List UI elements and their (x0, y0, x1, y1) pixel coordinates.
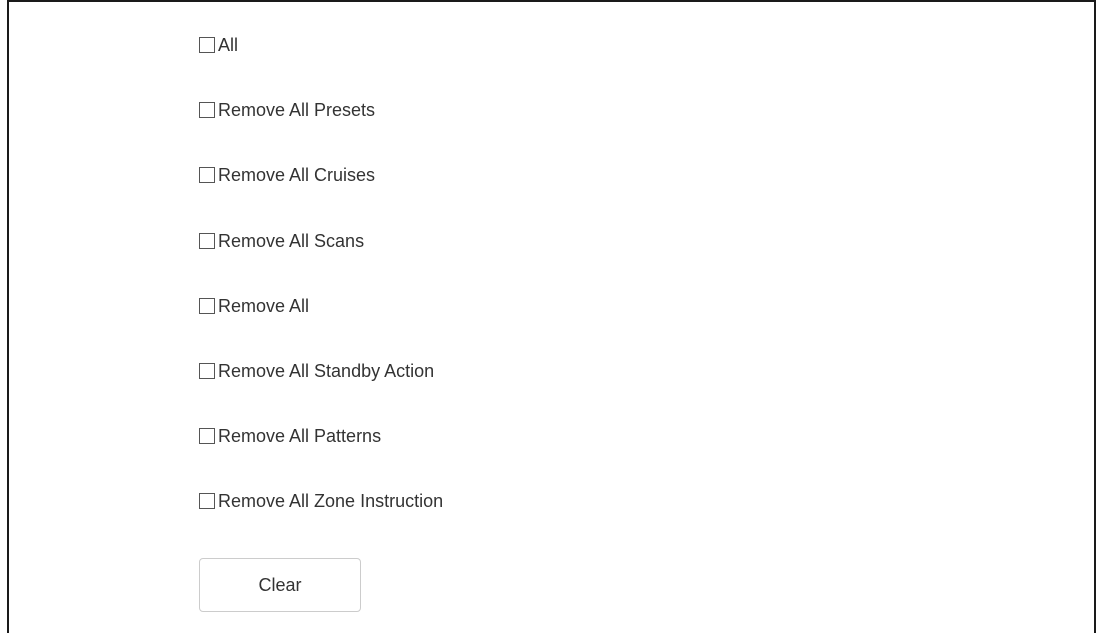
clear-button[interactable]: Clear (199, 558, 361, 612)
option-label: Remove All Standby Action (218, 360, 435, 381)
clear-config-panel: All Remove All Presets Remove All Cruise… (7, 0, 1096, 633)
checkbox-remove-all-cruises[interactable] (199, 167, 215, 184)
option-remove-all-patterns: Remove All Patterns (199, 425, 443, 490)
option-remove-all-zone-instruction-label-wrap[interactable]: Remove All Zone Instruction (199, 490, 443, 512)
option-remove-all-presets: Remove All Presets (199, 99, 443, 164)
option-remove-all-zone-instruction: Remove All Zone Instruction (199, 490, 443, 555)
checkbox-all[interactable] (199, 37, 215, 53)
option-label: All (218, 35, 239, 55)
checkbox-remove-all-patterns[interactable] (199, 428, 215, 445)
option-all-label-wrap[interactable]: All (199, 34, 238, 56)
option-remove-all-presets-label-wrap[interactable]: Remove All Presets (199, 99, 375, 121)
option-remove-all-scans: Remove All Scans (199, 230, 443, 295)
option-remove-all-standby-action: Remove All Standby Action (199, 360, 443, 425)
checkbox-remove-all-scans[interactable] (199, 232, 215, 249)
option-label: Remove All Presets (218, 100, 376, 121)
option-label: Remove All (218, 295, 310, 316)
option-all: All (199, 34, 443, 99)
option-list: All Remove All Presets Remove All Cruise… (199, 34, 443, 556)
option-remove-all-patterns-label-wrap[interactable]: Remove All Patterns (199, 425, 381, 447)
option-label: Remove All Cruises (218, 165, 376, 186)
option-remove-all-cruises: Remove All Cruises (199, 164, 443, 229)
checkbox-remove-all-zone-instruction[interactable] (199, 493, 215, 510)
checkbox-remove-all[interactable] (199, 297, 215, 314)
option-remove-all: Remove All (199, 295, 443, 360)
option-remove-all-cruises-label-wrap[interactable]: Remove All Cruises (199, 164, 375, 186)
checkbox-remove-all-standby-action[interactable] (199, 362, 215, 379)
option-label: Remove All Patterns (218, 426, 382, 447)
option-remove-all-label-wrap[interactable]: Remove All (199, 295, 309, 317)
option-label: Remove All Zone Instruction (218, 491, 444, 512)
option-label: Remove All Scans (218, 230, 365, 251)
checkbox-remove-all-presets[interactable] (199, 102, 215, 119)
option-remove-all-standby-action-label-wrap[interactable]: Remove All Standby Action (199, 360, 434, 382)
option-remove-all-scans-label-wrap[interactable]: Remove All Scans (199, 230, 364, 252)
